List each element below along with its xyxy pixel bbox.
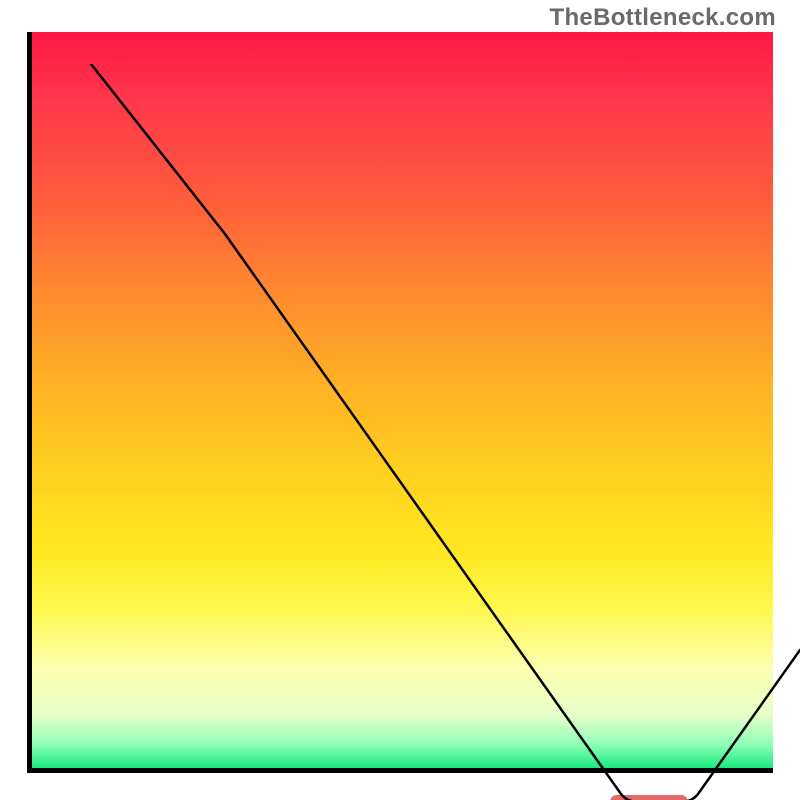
chart-overlay [54, 64, 800, 800]
plot-area [27, 32, 773, 773]
chart-container: TheBottleneck.com [0, 0, 800, 800]
watermark-label: TheBottleneck.com [550, 4, 776, 32]
bottleneck-curve [91, 64, 800, 800]
x-axis-line [27, 768, 773, 773]
y-axis-line [27, 32, 32, 773]
